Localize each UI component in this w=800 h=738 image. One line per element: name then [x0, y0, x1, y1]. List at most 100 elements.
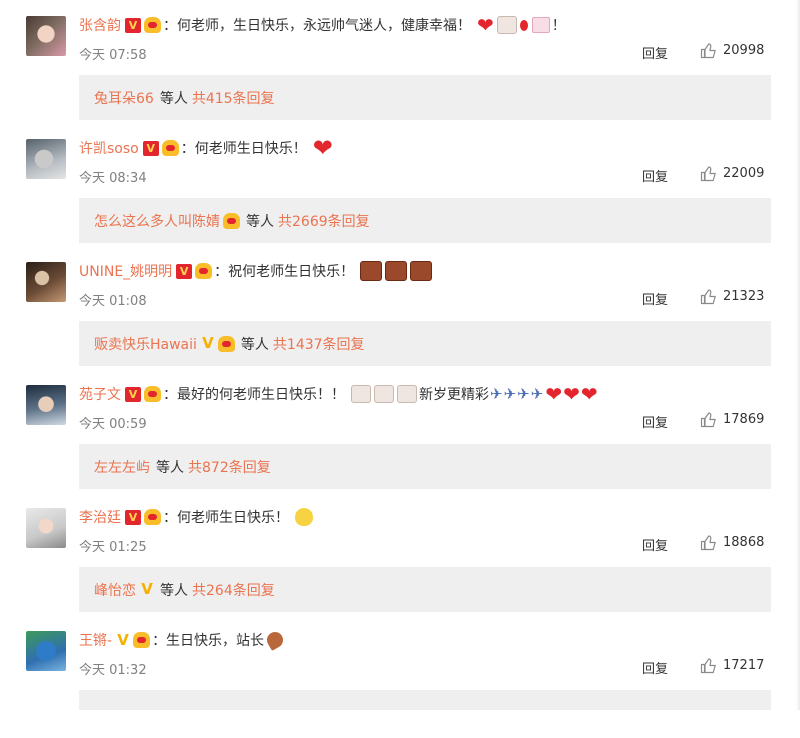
balloon-emoji-icon	[519, 19, 528, 31]
reply-count-link[interactable]: 共2669条回复	[278, 211, 370, 231]
like-count: 21323	[723, 289, 765, 304]
comment-header: 苑子文 V ：最好的何老师生日快乐！！ 新岁更精彩 ✈ ✈ ✈ ✈ ❤ ❤ ❤	[79, 383, 598, 405]
verified-badge-icon: V	[176, 263, 193, 279]
comment-header: 李治廷 V ：何老师生日快乐！	[79, 506, 313, 528]
scroll-edge-shadow	[796, 0, 800, 710]
avatar[interactable]	[26, 631, 66, 671]
username-link[interactable]: 张含韵	[79, 15, 121, 35]
reply-button[interactable]: 回复	[642, 412, 668, 431]
reply-user-link[interactable]: 兔耳朵66	[94, 88, 154, 108]
reply-user-link[interactable]: 峰怡恋	[94, 580, 136, 600]
reply-count-link[interactable]: 共872条回复	[188, 457, 271, 477]
cake-emoji-icon	[397, 385, 417, 403]
verified-badge-icon: V	[125, 386, 141, 402]
avatar[interactable]	[26, 385, 66, 425]
reply-others-label: 等人	[156, 459, 184, 476]
reply-others-label: 等人	[246, 213, 274, 230]
username-link[interactable]: 李治廷	[79, 507, 121, 527]
reply-button[interactable]: 回复	[642, 289, 668, 308]
username-link[interactable]: 苑子文	[79, 384, 121, 404]
comment-text: ：最好的何老师生日快乐！！	[163, 387, 345, 403]
drumstick-emoji-icon	[264, 629, 286, 651]
avatar[interactable]	[26, 16, 66, 56]
reply-summary[interactable]: 贩卖快乐Hawaii V 等人 共1437条回复	[79, 321, 771, 366]
comment-text: ：祝何老师生日快乐！	[214, 264, 355, 280]
reply-count-link[interactable]: 共415条回复	[192, 88, 275, 108]
comment-text: ：何老师生日快乐！	[163, 510, 289, 526]
reply-user-link[interactable]: 左左左屿	[94, 457, 150, 477]
avatar[interactable]	[26, 262, 66, 302]
vip-crown-icon	[223, 212, 240, 229]
thumbs-up-icon	[700, 411, 717, 428]
reply-summary[interactable]: 兔耳朵66 等人 共415条回复	[79, 75, 771, 120]
like-count: 22009	[723, 166, 765, 181]
verified-badge-icon: V	[142, 140, 159, 156]
comment-header: 王锵- V ：生日快乐，站长	[79, 629, 286, 651]
comment-text: ：生日快乐，站长	[152, 633, 265, 649]
comment-item: UNINE_姚明明 V ：祝何老师生日快乐！ 今天 01:08 回复 21323…	[0, 246, 800, 369]
like-button[interactable]: 17217	[700, 657, 764, 674]
like-button[interactable]: 17869	[700, 411, 764, 428]
like-button[interactable]: 22009	[700, 165, 764, 182]
comment-item: 苑子文 V ：最好的何老师生日快乐！！ 新岁更精彩 ✈ ✈ ✈ ✈ ❤ ❤ ❤ …	[0, 369, 800, 492]
reply-count-link[interactable]: 共264条回复	[192, 580, 275, 600]
comment-list: 张含韵 V ：何老师，生日快乐，永远帅气迷人，健康幸福！ ❤ ！ 今天 07:5…	[0, 0, 800, 710]
verified-badge-icon: V	[125, 17, 141, 33]
airplane-emoji-icon: ✈	[490, 385, 503, 403]
comment-item: 李治廷 V ：何老师生日快乐！ 今天 01:25 回复 18868 峰怡恋 V …	[0, 492, 800, 615]
username-link[interactable]: UNINE_姚明明	[79, 261, 172, 281]
thumbs-up-icon	[700, 288, 717, 305]
cake-emoji-icon	[496, 16, 517, 34]
avatar[interactable]	[26, 508, 66, 548]
vip-crown-icon	[195, 263, 213, 279]
comment-time: 今天 08:34	[79, 171, 147, 186]
gift-emoji-icon	[531, 17, 550, 33]
like-button[interactable]: 20998	[700, 42, 764, 59]
reply-button[interactable]: 回复	[642, 43, 668, 62]
reply-button[interactable]: 回复	[642, 535, 668, 554]
username-link[interactable]: 王锵-	[79, 630, 112, 650]
airplane-emoji-icon: ✈	[517, 385, 530, 403]
thumbs-up-icon	[700, 657, 717, 674]
like-count: 17217	[723, 658, 765, 673]
verified-badge-icon: V	[117, 630, 129, 649]
cake-emoji-icon	[360, 261, 383, 281]
reply-button[interactable]: 回复	[642, 658, 668, 677]
like-button[interactable]: 21323	[700, 288, 764, 305]
vip-crown-icon	[144, 386, 161, 402]
reply-summary[interactable]: 怎么这么多人叫陈婧 等人 共2669条回复	[79, 198, 771, 243]
reply-button[interactable]: 回复	[642, 166, 668, 185]
cake-emoji-icon	[410, 261, 433, 281]
like-button[interactable]: 18868	[700, 534, 764, 551]
comment-item: 王锵- V ：生日快乐，站长 今天 01:32 回复 17217	[0, 615, 800, 738]
comment-text-end: ！	[551, 18, 566, 34]
reply-user-link[interactable]: 怎么这么多人叫陈婧	[94, 211, 220, 231]
thumbs-up-icon	[700, 42, 717, 59]
comment-time: 今天 01:08	[79, 294, 147, 309]
heart-emoji-icon: ❤	[477, 13, 494, 37]
comment-header: 张含韵 V ：何老师，生日快乐，永远帅气迷人，健康幸福！ ❤ ！	[79, 14, 566, 36]
reply-summary[interactable]: 峰怡恋 V 等人 共264条回复	[79, 567, 771, 612]
comment-item: 张含韵 V ：何老师，生日快乐，永远帅气迷人，健康幸福！ ❤ ！ 今天 07:5…	[0, 0, 800, 123]
reply-user-link[interactable]: 贩卖快乐Hawaii	[94, 334, 197, 354]
reply-summary[interactable]: 左左左屿 等人 共872条回复	[79, 444, 771, 489]
reply-others-label: 等人	[160, 582, 188, 599]
cake-emoji-icon	[385, 261, 408, 281]
cake-emoji-icon	[351, 385, 371, 403]
heart-emoji-icon: ❤	[312, 134, 333, 162]
heart-emoji-icon: ❤	[563, 382, 580, 406]
comment-item: 许凯soso V ：何老师生日快乐！ ❤ 今天 08:34 回复 22009 怎…	[0, 123, 800, 246]
duck-emoji-icon	[295, 508, 313, 526]
verified-badge-icon: V	[202, 334, 214, 352]
comment-header: UNINE_姚明明 V ：祝何老师生日快乐！	[79, 260, 433, 282]
like-count: 20998	[723, 43, 765, 58]
thumbs-up-icon	[700, 534, 717, 551]
like-count: 17869	[723, 412, 765, 427]
cake-emoji-icon	[374, 385, 394, 403]
comment-time: 今天 07:58	[79, 48, 147, 63]
username-link[interactable]: 许凯soso	[79, 138, 139, 158]
vip-crown-icon	[161, 140, 179, 156]
vip-crown-icon	[144, 509, 161, 525]
reply-count-link[interactable]: 共1437条回复	[273, 334, 365, 354]
avatar[interactable]	[26, 139, 66, 179]
